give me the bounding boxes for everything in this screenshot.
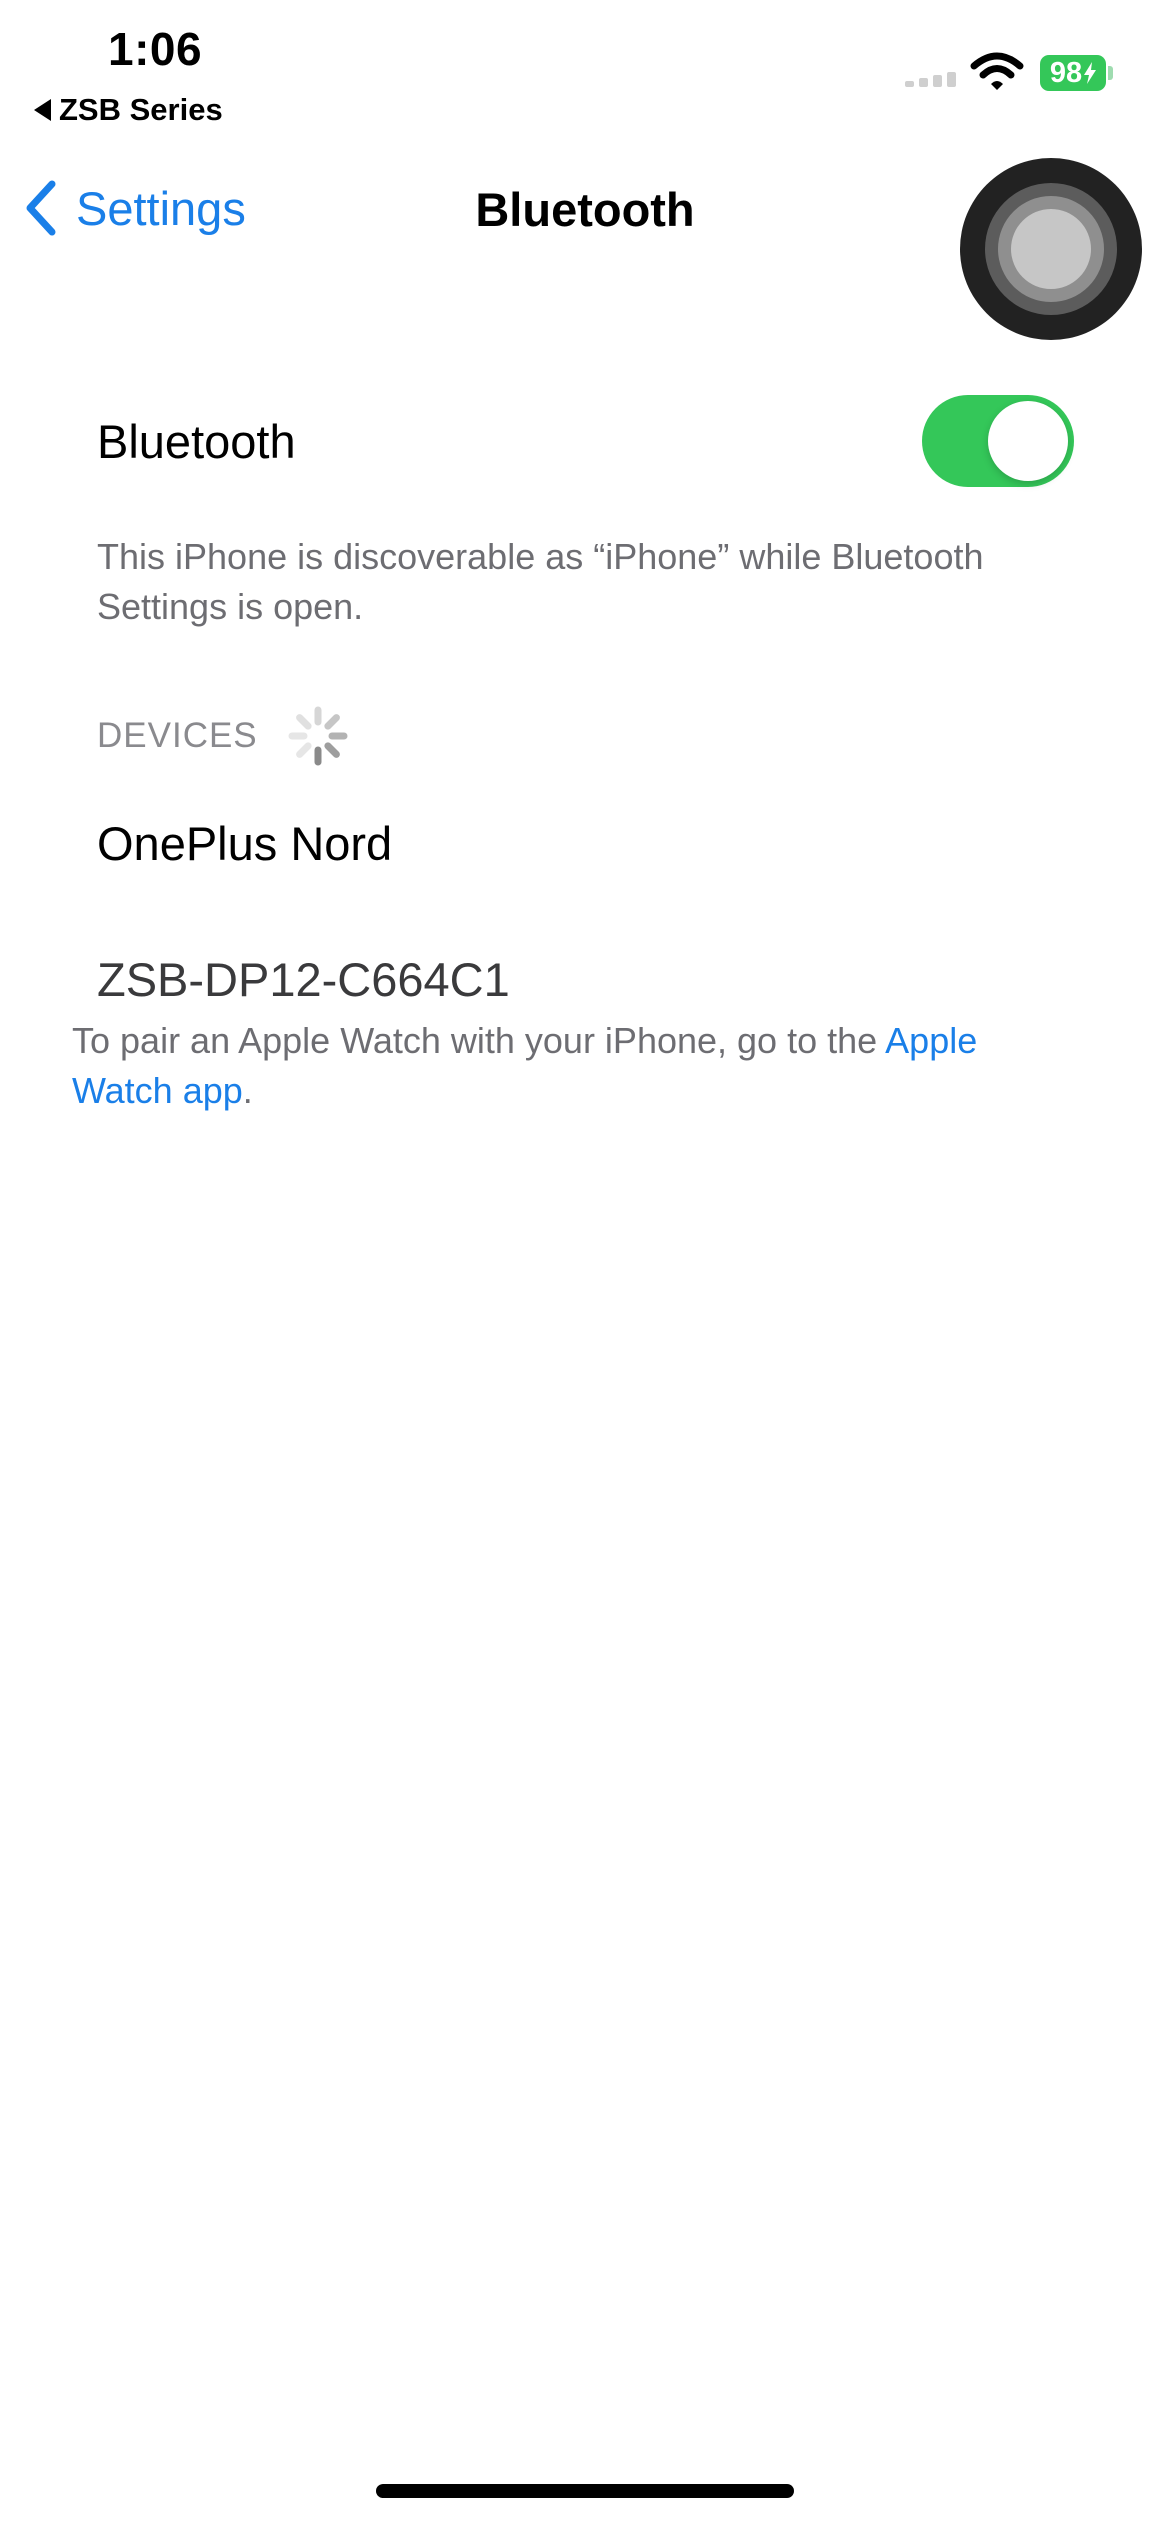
assistive-touch-ring	[985, 183, 1117, 315]
bluetooth-label: Bluetooth	[97, 415, 296, 468]
watch-note-text: To pair an Apple Watch with your iPhone,…	[72, 1020, 886, 1061]
watch-note-suffix: .	[242, 1070, 253, 1111]
battery-level: 98	[1049, 56, 1083, 89]
battery-indicator: 98	[1040, 55, 1106, 91]
back-to-app[interactable]: ZSB Series	[34, 92, 223, 128]
device-row-zsb[interactable]: ZSB-DP12-C664C1	[97, 952, 510, 1007]
cellular-signal-icon	[905, 72, 956, 87]
charging-bolt-icon	[1084, 62, 1097, 84]
assistive-touch-ring	[998, 196, 1104, 302]
bluetooth-toggle[interactable]	[922, 395, 1074, 487]
apple-watch-note: To pair an Apple Watch with your iPhone,…	[72, 1016, 1072, 1116]
devices-section-header: DEVICES	[97, 716, 258, 755]
assistive-touch-core	[1011, 209, 1091, 289]
discoverable-note: This iPhone is discoverable as “iPhone” …	[97, 536, 984, 627]
battery-cap	[1108, 66, 1113, 80]
back-app-label: ZSB Series	[59, 92, 223, 127]
device-row-oneplus-nord[interactable]: OnePlus Nord	[97, 816, 392, 871]
toggle-knob	[988, 401, 1068, 481]
wifi-icon	[970, 52, 1024, 90]
status-time: 1:06	[108, 23, 203, 75]
home-indicator[interactable]	[376, 2484, 794, 2498]
activity-spinner-icon	[288, 706, 348, 766]
assistive-touch-icon[interactable]	[960, 158, 1142, 340]
back-triangle-icon	[34, 99, 51, 121]
